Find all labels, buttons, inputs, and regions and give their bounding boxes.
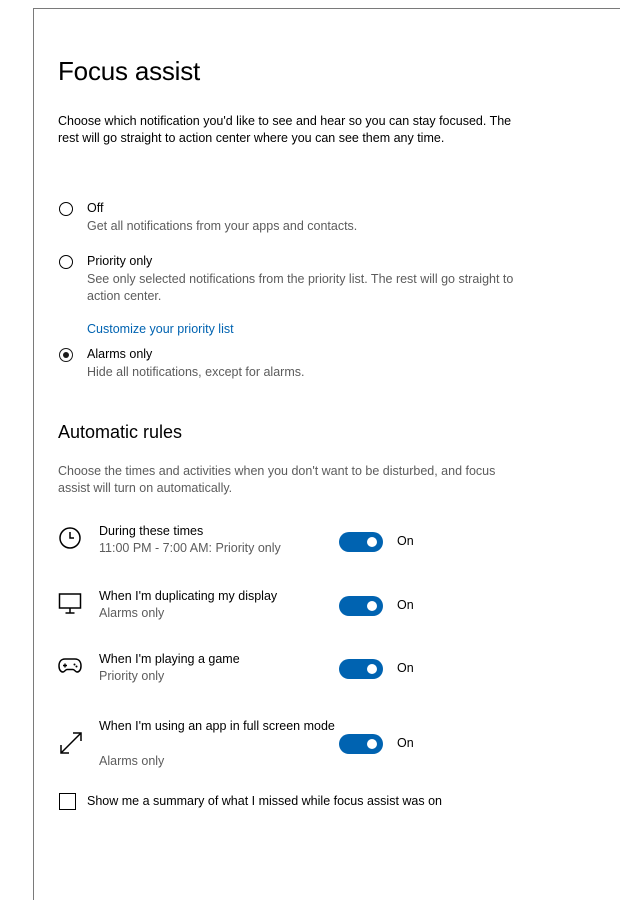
toggle-switch[interactable]	[339, 532, 383, 552]
fullscreen-icon	[60, 732, 82, 754]
toggle-knob	[367, 739, 377, 749]
settings-window: Focus assist Choose which notification y…	[33, 8, 620, 900]
toggle-knob	[367, 601, 377, 611]
summary-checkbox-label: Show me a summary of what I missed while…	[87, 794, 442, 808]
toggle-state-label: On	[397, 661, 414, 675]
gamepad-icon	[58, 658, 82, 673]
clock-icon	[59, 527, 81, 549]
automatic-rules-heading: Automatic rules	[58, 422, 183, 442]
rule-subtitle: Alarms only	[99, 606, 165, 620]
monitor-icon	[58, 593, 82, 614]
rule-title: During these times	[99, 524, 204, 538]
radio-label-priority-only: Priority only	[87, 254, 153, 268]
summary-checkbox[interactable]	[59, 793, 76, 810]
radio-description-priority-only: See only selected notifications from the…	[87, 272, 514, 303]
radio-label-alarms-only: Alarms only	[87, 347, 153, 361]
radio-option-alarms-only[interactable]: Alarms only Hide all notifications, exce…	[58, 347, 578, 384]
toggle-knob	[367, 664, 377, 674]
rule-subtitle: Priority only	[99, 669, 165, 683]
rule-during-these-times[interactable]: During these times 11:00 PM - 7:00 AM: P…	[58, 519, 598, 559]
rule-title: When I'm duplicating my display	[99, 589, 278, 603]
page-description: Choose which notification you'd like to …	[58, 114, 512, 145]
toggle-state-label: On	[397, 598, 414, 612]
radio-button-off[interactable]	[59, 202, 73, 216]
customize-priority-list-link[interactable]: Customize your priority list	[87, 322, 234, 336]
rule-full-screen-app[interactable]: When I'm using an app in full screen mod…	[58, 716, 598, 772]
rule-title: When I'm using an app in full screen mod…	[99, 719, 335, 733]
radio-selected-dot	[63, 352, 69, 358]
toggle-switch[interactable]	[339, 659, 383, 679]
toggle-switch[interactable]	[339, 734, 383, 754]
rule-duplicating-display[interactable]: When I'm duplicating my display Alarms o…	[58, 586, 598, 626]
radio-label-off: Off	[87, 201, 104, 215]
toggle-knob	[367, 537, 377, 547]
rule-title: When I'm playing a game	[99, 652, 240, 666]
radio-description-off: Get all notifications from your apps and…	[87, 219, 358, 233]
radio-button-alarms-only[interactable]	[59, 348, 73, 362]
rule-subtitle: 11:00 PM - 7:00 AM: Priority only	[99, 541, 281, 555]
toggle-switch[interactable]	[339, 596, 383, 616]
automatic-rules-description: Choose the times and activities when you…	[58, 464, 496, 495]
radio-description-alarms-only: Hide all notifications, except for alarm…	[87, 365, 305, 379]
rule-subtitle: Alarms only	[99, 754, 165, 768]
radio-option-priority-only[interactable]: Priority only See only selected notifica…	[58, 254, 578, 337]
page-title: Focus assist	[58, 56, 201, 86]
rule-playing-game[interactable]: When I'm playing a game Priority only On	[58, 649, 598, 689]
radio-button-priority-only[interactable]	[59, 255, 73, 269]
radio-option-off[interactable]: Off Get all notifications from your apps…	[58, 201, 578, 238]
toggle-state-label: On	[397, 736, 414, 750]
toggle-state-label: On	[397, 534, 414, 548]
